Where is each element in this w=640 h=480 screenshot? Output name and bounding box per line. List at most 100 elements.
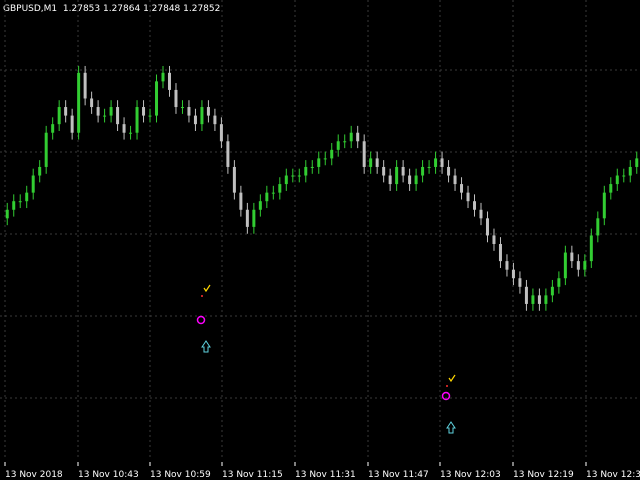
candle	[129, 125, 133, 140]
candle	[498, 237, 502, 268]
time-axis-label: 13 Nov 10:43	[78, 470, 139, 480]
candle	[297, 168, 301, 183]
time-axis-label: 13 Nov 11:31	[295, 470, 356, 480]
candle	[453, 168, 457, 191]
candle	[142, 100, 146, 123]
candle	[31, 168, 35, 200]
candle	[161, 65, 165, 89]
time-axis-label: 13 Nov 12:03	[440, 470, 501, 480]
time-axis-label: 13 Nov 11:47	[368, 470, 429, 480]
candle	[485, 211, 489, 243]
candle	[369, 151, 373, 174]
candle	[473, 194, 477, 217]
candle	[155, 74, 159, 123]
candle	[349, 125, 353, 149]
candle	[226, 134, 230, 174]
candle	[265, 185, 269, 209]
candle	[18, 194, 22, 209]
candle	[427, 160, 431, 174]
buy-signal	[196, 284, 211, 353]
candle	[38, 160, 42, 183]
time-axis-label: 13 Nov 10:59	[150, 470, 211, 480]
candle	[323, 151, 327, 166]
candle	[408, 168, 412, 191]
candle	[622, 168, 626, 183]
candle	[382, 160, 386, 183]
candle	[116, 100, 120, 132]
candle	[576, 254, 580, 277]
candle	[25, 185, 29, 209]
candle	[511, 262, 515, 286]
candle	[440, 151, 444, 174]
candle	[96, 100, 100, 123]
chart-window[interactable]: GBPUSD,M1 1.27853 1.27864 1.27848 1.2785…	[0, 0, 640, 480]
candle	[83, 65, 87, 106]
signal-dot-icon	[446, 385, 448, 387]
candle	[44, 125, 48, 174]
candle	[135, 100, 139, 140]
candle	[524, 279, 528, 311]
candle	[336, 134, 340, 157]
candle	[434, 151, 438, 174]
candle	[90, 91, 94, 114]
time-axis-label: 13 Nov 11:15	[222, 470, 283, 480]
candle	[375, 151, 379, 174]
price-chart[interactable]: 13 Nov 2018 13 Nov 10:43 13 Nov 10:59 13 No…	[0, 0, 640, 480]
candles	[5, 65, 639, 311]
candle	[284, 168, 288, 191]
candle	[252, 202, 256, 234]
candle	[51, 117, 55, 140]
candle	[635, 151, 639, 174]
candle	[563, 245, 567, 286]
candle	[362, 134, 366, 174]
candle	[239, 185, 243, 217]
candle	[388, 168, 392, 191]
candle	[174, 83, 178, 114]
candle	[310, 160, 314, 174]
candle	[206, 100, 210, 123]
up-arrow-icon	[446, 421, 456, 434]
candle	[401, 160, 405, 183]
candle	[304, 160, 308, 183]
candle	[343, 134, 347, 149]
candle	[258, 194, 262, 217]
candle	[330, 142, 334, 166]
candle	[550, 279, 554, 303]
candle	[602, 185, 606, 226]
candle	[12, 194, 16, 217]
candle	[271, 185, 275, 200]
candle	[278, 177, 282, 200]
candle	[492, 228, 496, 251]
candle	[505, 254, 509, 277]
grid	[0, 0, 640, 458]
candle	[57, 100, 61, 132]
candle	[64, 100, 68, 123]
check-icon	[448, 374, 456, 383]
time-axis-label: 13 Nov 12:35	[586, 470, 640, 480]
candle	[103, 108, 107, 123]
candle	[557, 271, 561, 294]
candle	[414, 168, 418, 191]
signals	[196, 284, 456, 434]
check-icon	[203, 284, 211, 293]
candle	[77, 65, 81, 140]
candle	[421, 160, 425, 183]
candle	[122, 117, 126, 140]
signal-dot-icon	[201, 295, 203, 297]
candle	[447, 160, 451, 183]
buy-signal	[441, 374, 456, 434]
candle	[537, 288, 541, 311]
candle	[466, 185, 470, 209]
candle	[460, 177, 464, 200]
candle	[518, 271, 522, 294]
candle	[109, 100, 113, 123]
candle	[570, 245, 574, 268]
candle	[544, 288, 548, 311]
candle	[291, 168, 295, 183]
candle	[213, 108, 217, 132]
candle	[5, 202, 9, 226]
candle	[70, 108, 74, 140]
candle	[187, 100, 191, 123]
candle	[245, 202, 249, 234]
candle	[479, 202, 483, 226]
